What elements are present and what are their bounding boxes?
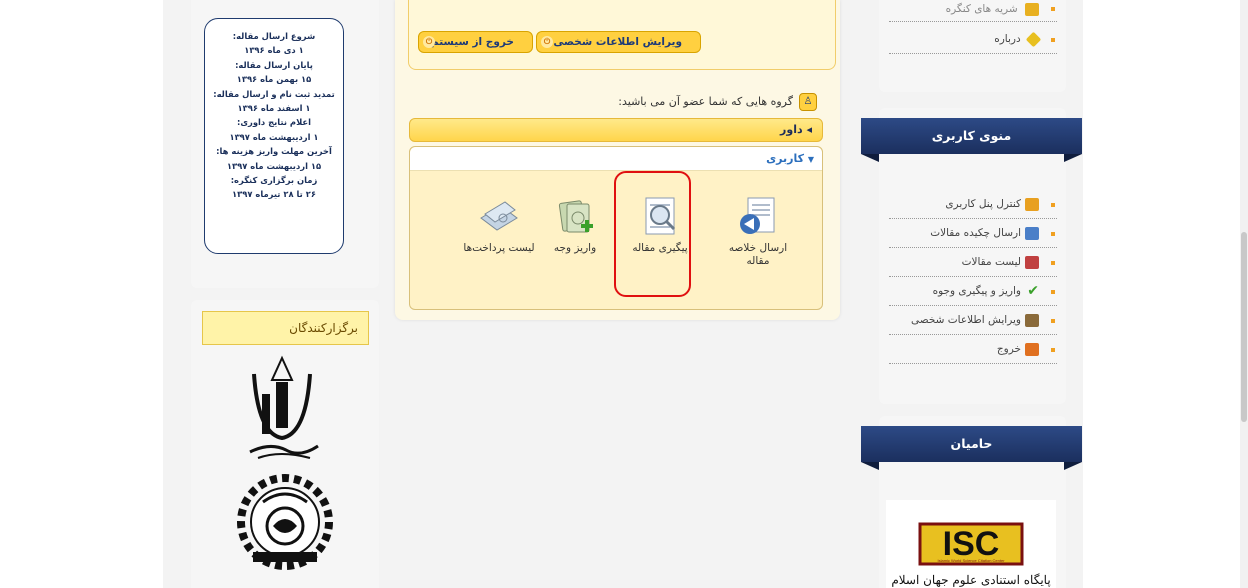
date-line: ۲۶ تا ۲۸ تیرماه ۱۳۹۷ — [232, 189, 316, 200]
power-icon: ⏻ — [541, 36, 553, 48]
menu-item-payments[interactable]: ✔واریز و پیگیری وجوه — [889, 277, 1057, 306]
menu-item-journals[interactable]: شریه های کنگره — [889, 0, 1057, 22]
menu-item-about[interactable]: درباره — [889, 25, 1057, 54]
logout-button[interactable]: ⏻ خروج از سیستم — [418, 31, 533, 53]
date-line: پایان ارسال مقاله: — [235, 59, 313, 70]
scrollbar[interactable] — [1240, 0, 1248, 588]
edit-profile-button[interactable]: ⏻ ویرایش اطلاعات شخصی — [536, 31, 701, 53]
ferdowsi-university-logo[interactable] — [240, 354, 324, 464]
date-line: ۱ اردیبهشت ماه ۱۳۹۷ — [229, 131, 319, 142]
group-davar[interactable]: ◂ داور — [409, 118, 823, 142]
group-davar-label: داور — [780, 123, 803, 136]
money-add-icon — [553, 196, 597, 238]
tile-payments-list[interactable]: لیست پرداخت‌ها — [459, 196, 539, 255]
document-upload-icon — [1025, 226, 1039, 240]
date-line: اعلام نتایج داوری: — [236, 117, 312, 128]
document-send-icon — [736, 196, 780, 238]
checkmark-icon: ✔ — [1027, 282, 1039, 299]
money-list-icon — [477, 196, 521, 238]
isc-subtitle: Islamic World Science Citation Center — [937, 558, 1005, 563]
date-line: شروع ارسال مقاله: — [232, 31, 316, 41]
date-line: ۱ اسفند ماه ۱۳۹۶ — [237, 103, 311, 114]
tile-label: لیست پرداخت‌ها — [463, 242, 535, 254]
logout-label: خروج از سیستم — [431, 36, 514, 48]
date-line: زمان برگزاری کنگره: — [230, 175, 318, 186]
info-diamond-icon — [1025, 31, 1042, 47]
groups-label: ♙ گروه هایی که شما عضو آن می باشید: — [592, 92, 817, 112]
menu-item-logout[interactable]: خروج — [889, 335, 1057, 364]
group-user-label: کاربری — [766, 152, 804, 165]
list-icon — [1025, 255, 1039, 269]
menu-item-submit-abstracts[interactable]: ارسال چکیده مقالات — [889, 219, 1057, 248]
highlight-box — [614, 171, 691, 297]
tile-label: ارسال خلاصه مقاله — [728, 242, 788, 267]
tile-submit-abstract[interactable]: ارسال خلاصه مقاله — [718, 196, 798, 268]
tile-payment[interactable]: واریز وجه — [535, 196, 615, 255]
date-line: ۱۵ بهمن ماه ۱۳۹۶ — [236, 74, 312, 85]
exit-icon — [1025, 342, 1039, 356]
menu-item-control-panel[interactable]: کنترل پنل کاربری — [889, 190, 1057, 219]
organizers-title: برگزارکنندگان — [202, 311, 369, 345]
edit-icon — [1025, 313, 1039, 327]
scrollbar-thumb[interactable] — [1241, 232, 1247, 422]
home-icon — [1025, 197, 1039, 211]
isc-persian-text: پایگاه استنادی علوم جهان اسلام — [891, 573, 1050, 587]
date-line: ۱ دی ماه ۱۳۹۶ — [244, 45, 304, 56]
tile-label: واریز وجه — [553, 242, 597, 254]
power-icon: ⏻ — [423, 36, 435, 48]
user-icon: ♙ — [799, 93, 817, 111]
date-line: ۱۵ اردیبهشت ماه ۱۳۹۷ — [226, 160, 322, 171]
date-line: تمدید ثبت نام و ارسال مقاله: — [213, 88, 335, 99]
star-icon — [1025, 2, 1039, 16]
date-line: آخرین مهلت واریز هزینه ها: — [216, 146, 332, 157]
triangle-left-icon: ◂ — [806, 123, 812, 136]
triangle-down-icon: ▼ — [807, 155, 814, 164]
sponsors-title: حامیان — [861, 426, 1082, 470]
menu-item-edit-profile[interactable]: ویرایش اطلاعات شخصی — [889, 306, 1057, 335]
group-user-header[interactable]: ▼ کاربری — [410, 147, 822, 171]
edit-profile-label: ویرایش اطلاعات شخصی — [553, 36, 682, 48]
user-menu-title: منوی کاربری — [861, 118, 1082, 162]
menu-item-papers-list[interactable]: لیست مقالات — [889, 248, 1057, 277]
important-dates-box: شروع ارسال مقاله: ۱ دی ماه ۱۳۹۶ پایان ار… — [204, 18, 344, 254]
isc-logo[interactable]: ISC Islamic World Science Citation Cente… — [886, 500, 1056, 588]
iranian-chemical-society-logo[interactable] — [233, 472, 337, 570]
